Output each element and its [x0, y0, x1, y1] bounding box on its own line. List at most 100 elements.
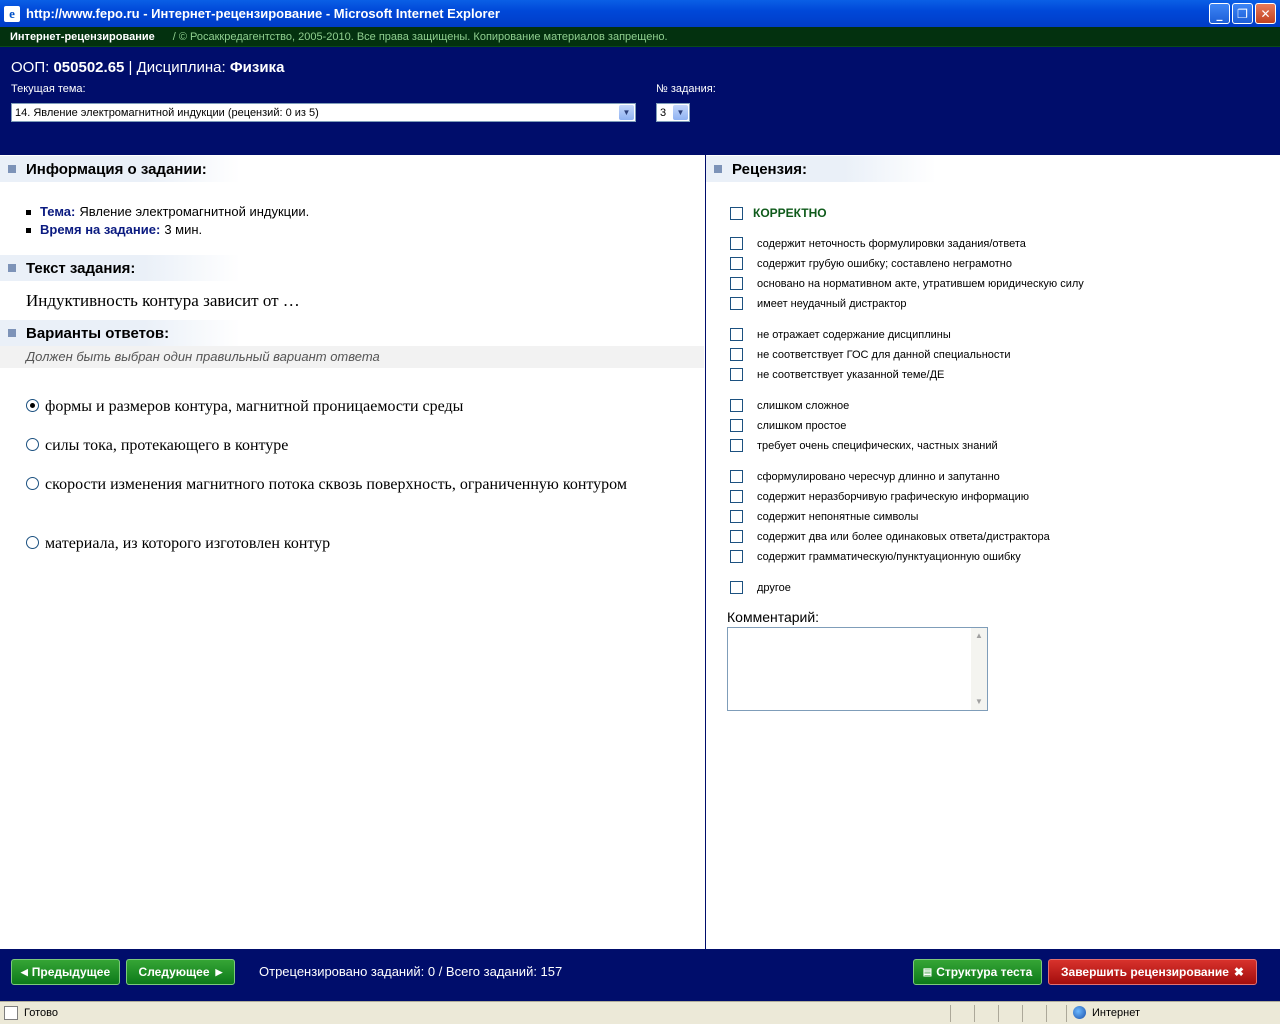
review-item-label: сформулировано чересчур длинно и запутан…	[757, 470, 1000, 483]
finish-review-button[interactable]: Завершить рецензирование ✖	[1048, 959, 1257, 985]
review-item-label: требует очень специфических, частных зна…	[757, 439, 998, 452]
next-button[interactable]: Следующее ▶	[126, 959, 235, 985]
review-section-title: Рецензия:	[732, 160, 808, 178]
review-item[interactable]: слишком простое	[730, 419, 846, 432]
review-item[interactable]: содержит грамматическую/пунктуационную о…	[730, 550, 1021, 563]
review-item[interactable]: не соответствует ГОС для данной специаль…	[730, 348, 1011, 361]
answer-option-1[interactable]: формы и размеров контура, магнитной прон…	[26, 397, 666, 417]
oop-discipline-line: ООП: 050502.65 | Дисциплина: Физика	[11, 59, 284, 76]
review-item[interactable]: содержит неточность формулировки задания…	[730, 237, 1026, 250]
arrow-left-icon: ◀	[20, 966, 28, 977]
topic-select-value: 14. Явление электромагнитной индукции (р…	[15, 106, 319, 119]
review-checkbox[interactable]	[730, 399, 743, 412]
review-item-label: основано на нормативном акте, утратившем…	[757, 277, 1084, 290]
review-item-label: другое	[757, 581, 791, 594]
separator: |	[128, 59, 133, 76]
review-item-label: содержит неточность формулировки задания…	[757, 237, 1026, 250]
review-checkbox[interactable]	[730, 490, 743, 503]
bottom-toolbar: ◀ Предыдущее Следующее ▶ Отрецензировано…	[0, 949, 1280, 1001]
review-item[interactable]: основано на нормативном акте, утратившем…	[730, 277, 1084, 290]
correct-checkbox[interactable]	[730, 206, 743, 220]
radio-button-selected[interactable]	[26, 399, 39, 412]
test-structure-label: Структура теста	[936, 965, 1033, 979]
review-checkbox[interactable]	[730, 581, 743, 594]
answer-option-text: силы тока, протекающего в контуре	[45, 437, 289, 454]
review-item[interactable]: сформулировано чересчур длинно и запутан…	[730, 470, 1000, 483]
review-item[interactable]: не соответствует указанной теме/ДЕ	[730, 368, 944, 381]
review-checkbox[interactable]	[730, 328, 743, 341]
review-item-label: имеет неудачный дистрактор	[757, 297, 907, 310]
info-section-header: Информация о задании:	[0, 156, 240, 182]
review-item-other[interactable]: другое	[730, 581, 791, 594]
square-bullet-icon	[8, 264, 16, 272]
review-item[interactable]: содержит непонятные символы	[730, 510, 918, 523]
review-item[interactable]: слишком сложное	[730, 399, 849, 412]
finish-review-label: Завершить рецензирование	[1061, 965, 1229, 979]
info-topic-value: Явление электромагнитной индукции.	[79, 204, 310, 219]
review-checkbox[interactable]	[730, 297, 743, 310]
scroll-up-icon[interactable]: ▲	[971, 628, 987, 644]
review-checkbox[interactable]	[730, 510, 743, 523]
review-item[interactable]: не отражает содержание дисциплины	[730, 328, 951, 341]
scroll-down-icon[interactable]: ▼	[971, 694, 987, 710]
comment-scrollbar[interactable]: ▲ ▼	[971, 628, 987, 710]
review-item-label: содержит грамматическую/пунктуационную о…	[757, 550, 1021, 563]
previous-button[interactable]: ◀ Предыдущее	[11, 959, 120, 985]
bullet-icon	[26, 209, 31, 215]
review-checkbox[interactable]	[730, 277, 743, 290]
minimize-button[interactable]: _	[1209, 3, 1230, 24]
review-checkbox[interactable]	[730, 368, 743, 381]
answer-option-4[interactable]: материала, из которого изготовлен контур	[26, 534, 666, 554]
review-checkbox[interactable]	[730, 419, 743, 432]
status-divider	[950, 1005, 951, 1022]
window-titlebar: e http://www.fepo.ru - Интернет-рецензир…	[0, 0, 1280, 27]
correct-checkbox-row[interactable]: КОРРЕКТНО	[730, 206, 827, 220]
topic-select[interactable]: 14. Явление электромагнитной индукции (р…	[11, 103, 636, 122]
review-item-label: слишком простое	[757, 419, 847, 432]
test-structure-button[interactable]: ▤ Структура теста	[913, 959, 1042, 985]
close-window-button[interactable]: ✕	[1255, 3, 1276, 24]
review-checkbox[interactable]	[730, 530, 743, 543]
radio-button[interactable]	[26, 477, 39, 490]
review-checkbox[interactable]	[730, 470, 743, 483]
review-checkbox[interactable]	[730, 257, 743, 270]
correct-label: КОРРЕКТНО	[753, 206, 827, 220]
chevron-down-icon[interactable]: ▼	[619, 105, 634, 120]
discipline-value: Физика	[229, 59, 285, 76]
radio-button[interactable]	[26, 536, 39, 549]
review-checkbox[interactable]	[730, 348, 743, 361]
answer-option-text: формы и размеров контура, магнитной прон…	[45, 398, 464, 415]
info-section-title: Информация о задании:	[26, 160, 207, 178]
info-time-value: 3 мин.	[164, 222, 203, 237]
task-number-select[interactable]: 3 ▼	[656, 103, 690, 122]
radio-button[interactable]	[26, 438, 39, 451]
review-checkbox[interactable]	[730, 550, 743, 563]
comment-label: Комментарий:	[727, 609, 820, 625]
answers-section-header: Варианты ответов:	[0, 320, 240, 346]
answer-option-3[interactable]: скорости изменения магнитного потока скв…	[26, 475, 666, 495]
maximize-button[interactable]: ❐	[1232, 3, 1253, 24]
next-button-label: Следующее	[138, 965, 210, 979]
review-checkbox[interactable]	[730, 237, 743, 250]
security-zone: Интернет	[1073, 1006, 1140, 1019]
review-checkbox[interactable]	[730, 439, 743, 452]
internet-explorer-icon: e	[4, 5, 20, 22]
previous-button-label: Предыдущее	[31, 965, 111, 979]
chevron-down-icon[interactable]: ▼	[673, 105, 688, 120]
review-item-label: содержит два или более одинаковых ответа…	[757, 530, 1050, 543]
review-item[interactable]: содержит грубую ошибку; составлено негра…	[730, 257, 1012, 270]
task-number-label: № задания:	[656, 83, 716, 95]
review-item[interactable]: имеет неудачный дистрактор	[730, 297, 907, 310]
review-item[interactable]: содержит неразборчивую графическую инфор…	[730, 490, 1029, 503]
square-bullet-icon	[714, 165, 722, 173]
square-bullet-icon	[8, 165, 16, 173]
answer-option-2[interactable]: силы тока, протекающего в контуре	[26, 436, 666, 456]
info-topic: Тема: Явление электромагнитной индукции.	[26, 203, 309, 221]
comment-textarea[interactable]: ▲ ▼	[727, 627, 988, 711]
zone-label: Интернет	[1092, 1006, 1140, 1019]
page-icon	[4, 1006, 18, 1020]
review-item[interactable]: содержит два или более одинаковых ответа…	[730, 530, 1050, 543]
review-item[interactable]: требует очень специфических, частных зна…	[730, 439, 998, 452]
answer-option-text: скорости изменения магнитного потока скв…	[45, 476, 627, 493]
page-header: ООП: 050502.65 | Дисциплина: Физика Теку…	[0, 47, 1280, 155]
